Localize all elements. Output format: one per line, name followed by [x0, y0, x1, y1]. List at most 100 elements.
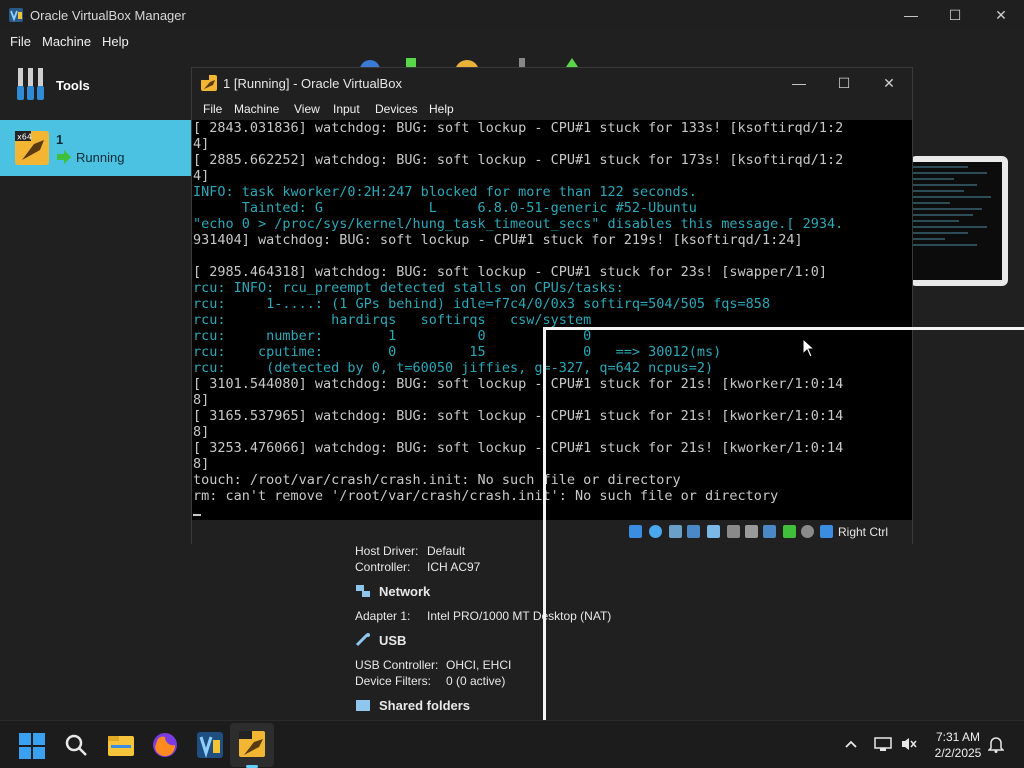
tools-item[interactable]: Tools [0, 62, 192, 110]
console-line: 8] [193, 424, 210, 440]
detail-usb-controller: USB Controller: OHCI, EHCI [355, 658, 512, 672]
file-explorer-icon[interactable] [107, 731, 135, 759]
console-line: [ 3165.537965] watchdog: BUG: soft locku… [193, 408, 844, 424]
console-line: [ 3101.544080] watchdog: BUG: soft locku… [193, 376, 844, 392]
network-tray-icon[interactable] [874, 735, 892, 753]
running-vm-icon[interactable] [238, 730, 266, 758]
preview-screen [910, 162, 1002, 280]
console-line: [ 3253.476066] watchdog: BUG: soft locku… [193, 440, 844, 456]
detail-device-filters: Device Filters: 0 (0 active) [355, 674, 506, 688]
cpu-status-icon[interactable] [783, 525, 796, 538]
vm-menu-view[interactable]: View [294, 102, 320, 116]
system-clock[interactable]: 7:31 AM 2/2/2025 [928, 729, 988, 761]
console-line: rm: can't remove '/root/var/crash/crash.… [193, 488, 779, 504]
selection-rect-left-edge [543, 327, 546, 768]
notification-bell-icon[interactable] [988, 735, 1004, 753]
console-line: rcu: INFO: rcu_preempt detected stalls o… [193, 280, 624, 296]
windows-taskbar: 7:31 AM 2/2/2025 [0, 720, 1024, 768]
console-line: 4] [193, 136, 210, 152]
virtualbox-logo-icon [9, 8, 23, 22]
chevron-up-icon[interactable] [845, 739, 857, 749]
vm-details-panel: Host Driver: Default Controller: ICH AC97 … [346, 540, 1024, 720]
clock-time: 7:31 AM [935, 730, 981, 744]
network-section-header[interactable]: Network [355, 584, 430, 599]
vm-window: 1 [Running] - Oracle VirtualBox — ☐ ✕ Fi… [191, 67, 913, 544]
menu-machine[interactable]: Machine [42, 34, 91, 49]
console-line: 931404] watchdog: BUG: soft lockup - CPU… [193, 232, 803, 248]
manager-menubar: File Machine Help [0, 30, 1024, 54]
shared-folders-status-icon[interactable] [727, 525, 740, 538]
maximize-button[interactable]: ☐ [932, 0, 978, 30]
mouse-pointer-icon [802, 338, 816, 358]
network-icon [356, 585, 370, 597]
folder-icon [356, 700, 370, 711]
manager-titlebar[interactable]: Oracle VirtualBox Manager — ☐ ✕ [0, 0, 1024, 30]
vm-menu-help[interactable]: Help [429, 102, 454, 116]
vm-maximize-button[interactable]: ☐ [821, 68, 867, 98]
console-cursor [192, 504, 912, 520]
console-line: Tainted: G L 6.8.0-51-generic #52-Ubuntu [193, 200, 697, 216]
svg-text:x64: x64 [17, 133, 32, 142]
console-line: touch: /root/var/crash/crash.init: No su… [193, 472, 681, 488]
console-line: rcu: 1-....: (1 GPs behind) idle=f7c4/0/… [193, 296, 771, 312]
vm-state: Running [76, 150, 125, 165]
volume-muted-icon[interactable] [900, 735, 918, 753]
clock-date: 2/2/2025 [934, 746, 982, 760]
hard-disk-status-icon[interactable] [629, 525, 642, 538]
guest-console-screen[interactable]: [ 2843.031836] watchdog: BUG: soft locku… [192, 120, 912, 520]
virtualbox-icon[interactable] [196, 731, 224, 759]
vm-name: 1 [56, 132, 64, 147]
console-line: 4] [193, 168, 210, 184]
vm-preview-thumbnail [910, 156, 1008, 286]
detail-adapter-1: Adapter 1: Intel PRO/1000 MT Desktop (NAT… [355, 609, 612, 623]
vm-menu-input[interactable]: Input [333, 102, 360, 116]
detail-host-driver: Host Driver: Default [355, 544, 466, 558]
vm-menu-file[interactable]: File [203, 102, 222, 116]
menu-help[interactable]: Help [102, 34, 129, 49]
recording-status-icon[interactable] [763, 525, 776, 538]
optical-drive-status-icon[interactable] [649, 525, 662, 538]
console-line: rcu: hardirqs softirqs csw/system [193, 312, 592, 328]
console-line: [ 2885.662252] watchdog: BUG: soft locku… [193, 152, 844, 168]
search-icon[interactable] [64, 733, 88, 757]
running-arrow-icon [57, 150, 71, 164]
vm-window-icon [201, 75, 217, 91]
usb-status-icon[interactable] [707, 525, 720, 538]
detail-controller: Controller: ICH AC97 [355, 560, 481, 574]
tools-label: Tools [56, 78, 90, 93]
host-key-label: Right Ctrl [838, 525, 889, 539]
vm-window-title: 1 [Running] - Oracle VirtualBox [223, 76, 402, 91]
ubuntu-x64-os-icon: x64 [15, 131, 49, 165]
manager-title: Oracle VirtualBox Manager [30, 8, 186, 23]
network-status-icon[interactable] [687, 525, 700, 538]
minimize-button[interactable]: — [888, 0, 934, 30]
vm-menubar: File Machine View Input Devices Help [192, 98, 912, 120]
console-line: INFO: task kworker/0:2H:247 blocked for … [193, 184, 697, 200]
console-line: 8] [193, 392, 210, 408]
usb-icon [355, 633, 370, 647]
display-status-icon[interactable] [745, 525, 758, 538]
vm-menu-devices[interactable]: Devices [375, 102, 418, 116]
console-line: 8] [193, 456, 210, 472]
vm-menu-machine[interactable]: Machine [234, 102, 279, 116]
shared-folders-section-header[interactable]: Shared folders [355, 698, 470, 713]
start-icon[interactable] [19, 733, 45, 759]
console-line: "echo 0 > /proc/sys/kernel/hung_task_tim… [193, 216, 844, 232]
usb-section-header[interactable]: USB [355, 633, 406, 648]
tools-icon [17, 68, 44, 100]
console-line: [ 2843.031836] watchdog: BUG: soft locku… [193, 120, 844, 136]
selection-rect-top-edge [543, 327, 1024, 330]
vm-titlebar[interactable]: 1 [Running] - Oracle VirtualBox — ☐ ✕ [192, 68, 912, 98]
audio-status-icon[interactable] [669, 525, 682, 538]
mouse-integration-status-icon[interactable] [801, 525, 814, 538]
vm-close-button[interactable]: ✕ [866, 68, 912, 98]
vm-list-item[interactable]: x64 1 Running [0, 120, 192, 176]
console-line: rcu: (detected by 0, t=60050 jiffies, g=… [193, 360, 714, 376]
vm-minimize-button[interactable]: — [776, 68, 822, 98]
menu-file[interactable]: File [10, 34, 31, 49]
keyboard-capture-status-icon[interactable] [820, 525, 833, 538]
console-line: [ 2985.464318] watchdog: BUG: soft locku… [193, 264, 827, 280]
firefox-icon[interactable] [151, 731, 179, 759]
close-button[interactable]: ✕ [978, 0, 1024, 30]
